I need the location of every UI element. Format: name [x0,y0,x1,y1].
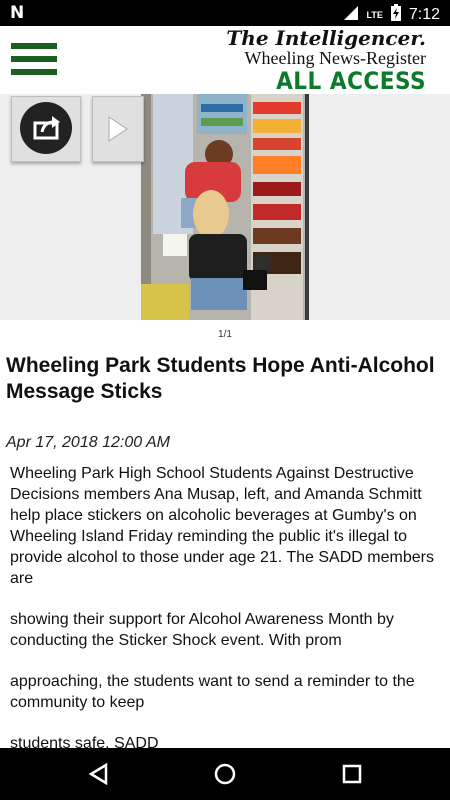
network-label: LTE [366,10,383,20]
play-button[interactable] [92,96,144,162]
photo-gallery [0,94,450,320]
carrier-icon: N [10,3,25,23]
brand-subtitle: Wheeling News-Register [244,48,426,68]
gallery-counter: 1/1 [218,329,232,340]
system-nav-bar [0,748,450,800]
recents-icon[interactable] [341,763,363,785]
signal-icon [343,5,359,26]
article-photo[interactable] [141,94,309,320]
brand-tagline: ALL ACCESS [276,67,426,95]
status-bar: N LTE 7:12 [0,0,450,26]
article-paragraph: Wheeling Park High School Students Again… [10,465,434,587]
home-icon[interactable] [213,762,237,786]
brand-title: The Intelligencer. [226,26,426,50]
battery-icon [390,4,401,26]
clock: 7:12 [408,6,440,23]
article-title: Wheeling Park Students Hope Anti-Alcohol… [6,354,435,403]
brand-logo: The Intelligencer. Wheeling News-Registe… [226,28,426,94]
share-icon [20,102,72,154]
share-button[interactable] [11,96,81,162]
article-paragraph: showing their support for Alcohol Awaren… [10,611,394,649]
hamburger-icon[interactable] [11,43,57,75]
article-date: Apr 17, 2018 12:00 AM [6,434,170,451]
article-paragraph: approaching, the students want to send a… [10,673,415,711]
play-icon [93,116,143,165]
back-icon[interactable] [86,762,112,786]
app-header: The Intelligencer. Wheeling News-Registe… [0,26,450,94]
article-body: Wheeling Park High School Students Again… [10,463,446,774]
